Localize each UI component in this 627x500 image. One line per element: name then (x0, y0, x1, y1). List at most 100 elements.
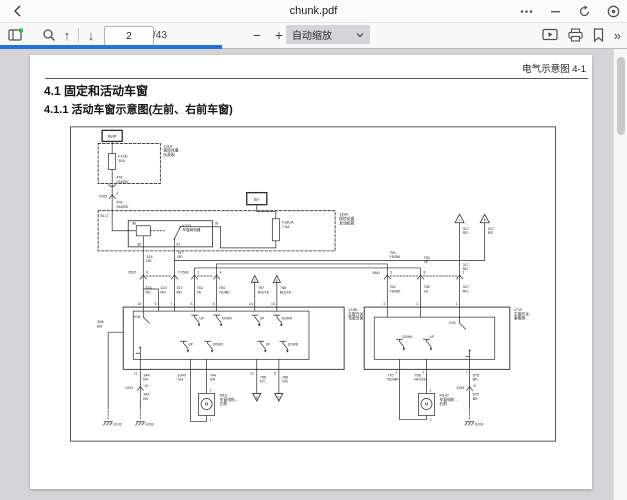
diagram-label: 344BK (143, 373, 149, 381)
diagram-label: 2 (210, 388, 212, 392)
ground-symbols (104, 422, 474, 426)
subsection-heading: 4.1.1 活动车窗示意图(左前、右前车窗) (44, 101, 233, 117)
diagram-label: 752YE (423, 285, 429, 293)
diagram-label: 317RD (463, 227, 469, 235)
diagram-label: 1040OG (177, 373, 185, 381)
diagram-label: 86 (132, 222, 136, 226)
diagram-label: X502 (128, 270, 136, 274)
scrollbar-thumb[interactable] (617, 57, 625, 135)
diagram-labels: RAPF14D10A131A保险丝盒 -仪表板476GN/RDX2052476G… (97, 134, 532, 427)
section-heading: 4.1 固定和活动车窗 (44, 82, 148, 99)
wiring-diagram: RAPF14D10A131A保险丝盒 -仪表板476GN/RDX2052476G… (70, 126, 556, 442)
more-options-icon[interactable] (519, 4, 534, 19)
refresh-icon[interactable] (577, 4, 592, 19)
diagram-label: DOWN (288, 343, 299, 347)
page-count: /43 (153, 30, 167, 41)
diagram-label: 8 (274, 371, 276, 375)
diagram-label: 317RD (463, 285, 469, 293)
diagram-label: 308BK (97, 320, 103, 328)
sidebar-toggle-button[interactable] (6, 26, 24, 44)
search-icon (42, 28, 56, 42)
diagram-label: 476GN/RD (116, 201, 128, 209)
diagram-label: UP (260, 317, 264, 321)
diagram-label: 752YE (197, 286, 203, 294)
find-button[interactable] (40, 26, 58, 44)
diagram-label: 317RD (488, 227, 494, 235)
zoom-select-label: 自动缩放 (292, 27, 332, 42)
diagram-label: 324RD (145, 286, 151, 294)
diagram-label: 85 (137, 242, 141, 246)
pdf-content-area: 电气示意图 4-1 4.1 固定和活动车窗 4.1.1 活动车窗示意图(左前、右… (0, 49, 627, 500)
diagram-label: 87 (176, 242, 180, 246)
diagram-label: 14 (249, 302, 253, 306)
diagram-label: 10 (137, 302, 141, 306)
passenger-switch-inner (374, 317, 494, 359)
diagram-label: 4 (383, 302, 385, 306)
diagram-label: 9 (390, 270, 392, 274)
diagram-label: 344BK (143, 392, 149, 400)
diagram-label: E (256, 395, 258, 399)
diagram-label: F14D10A (118, 154, 128, 162)
diagram-label: 13 (271, 302, 275, 306)
diagram-label: 7 (466, 370, 468, 374)
component-boxes (102, 130, 510, 415)
diagram-label: K233车窗继电器 (182, 224, 200, 232)
diagram-label: 758BU/YE (280, 286, 292, 294)
diagram-label: G203 (145, 423, 154, 427)
zoom-select[interactable]: 自动缩放 (286, 25, 370, 44)
loading-progress-bar (0, 45, 222, 49)
diagram-label: X6 17 (100, 214, 109, 218)
component-boxes-dashed (98, 143, 335, 250)
fuse-f18ua (272, 219, 279, 241)
diagram-label: C (254, 278, 256, 282)
next-page-button[interactable]: ↓ (82, 26, 100, 44)
diagram-label: 1 (423, 370, 425, 374)
target-icon[interactable] (606, 4, 621, 19)
toolbar-divider (78, 28, 79, 42)
diagram-label: 1 (198, 270, 200, 274)
diagram-label: 1 (456, 302, 458, 306)
diagram-label: 754YE/BK (389, 285, 401, 293)
diagram-label: 173B车窗开关 -驾驶员侧 (348, 308, 366, 321)
diagram-label: 317RD (177, 251, 183, 259)
diagram-label: 2 (417, 302, 419, 306)
window-titlebar: chunk.pdf (0, 0, 627, 23)
previous-page-button[interactable]: ↑ (58, 26, 76, 44)
diagram-label: UP (429, 335, 433, 339)
diagram-label: X861 (372, 271, 380, 275)
diagram-label: 11 (134, 371, 138, 375)
diagram-wires (108, 141, 485, 421)
diagram-label: IGN (449, 321, 456, 325)
diagram-label: 12 (250, 371, 254, 375)
page-header: 电气示意图 4-1 (522, 61, 586, 75)
diagram-label: 324RD (160, 286, 166, 294)
diagram-label: UP (266, 343, 270, 347)
diagram-label: RAP (108, 134, 117, 139)
diagram-label: 6 (146, 270, 148, 274)
presentation-mode-icon[interactable] (542, 28, 558, 42)
fuse-f14d (109, 153, 116, 169)
page-number-input[interactable] (104, 26, 154, 46)
diagram-label: 10 (144, 384, 148, 388)
diagram-label: 171F车窗开关 -乘客侧 (514, 308, 532, 321)
toolbar-more-button[interactable]: » (614, 28, 621, 43)
chevron-down-icon (356, 32, 364, 38)
diagram-label: DOWN (213, 343, 224, 347)
bookmark-icon[interactable] (593, 28, 604, 42)
diagram-label: 30 (215, 222, 219, 226)
diagram-label: 756GN (282, 375, 288, 383)
diagram-label: 4 (220, 270, 222, 274)
diagram-label: 317RD (176, 286, 182, 294)
diagram-label: 1 (210, 418, 212, 422)
zoom-out-button[interactable]: − (248, 26, 266, 44)
diagram-label: A (459, 218, 461, 222)
diagram-label: 5 (154, 302, 156, 306)
diagram-label: 757RD/YE (258, 286, 270, 294)
diagram-label: B+ (254, 197, 260, 202)
print-icon[interactable] (568, 28, 583, 42)
scrollbar-track[interactable] (613, 49, 627, 500)
diagram-label: DOWN (222, 317, 233, 321)
minimize-icon[interactable] (548, 4, 563, 19)
diagram-label: 754YE/BK (219, 286, 231, 294)
diagram-label: 2 (116, 192, 118, 196)
